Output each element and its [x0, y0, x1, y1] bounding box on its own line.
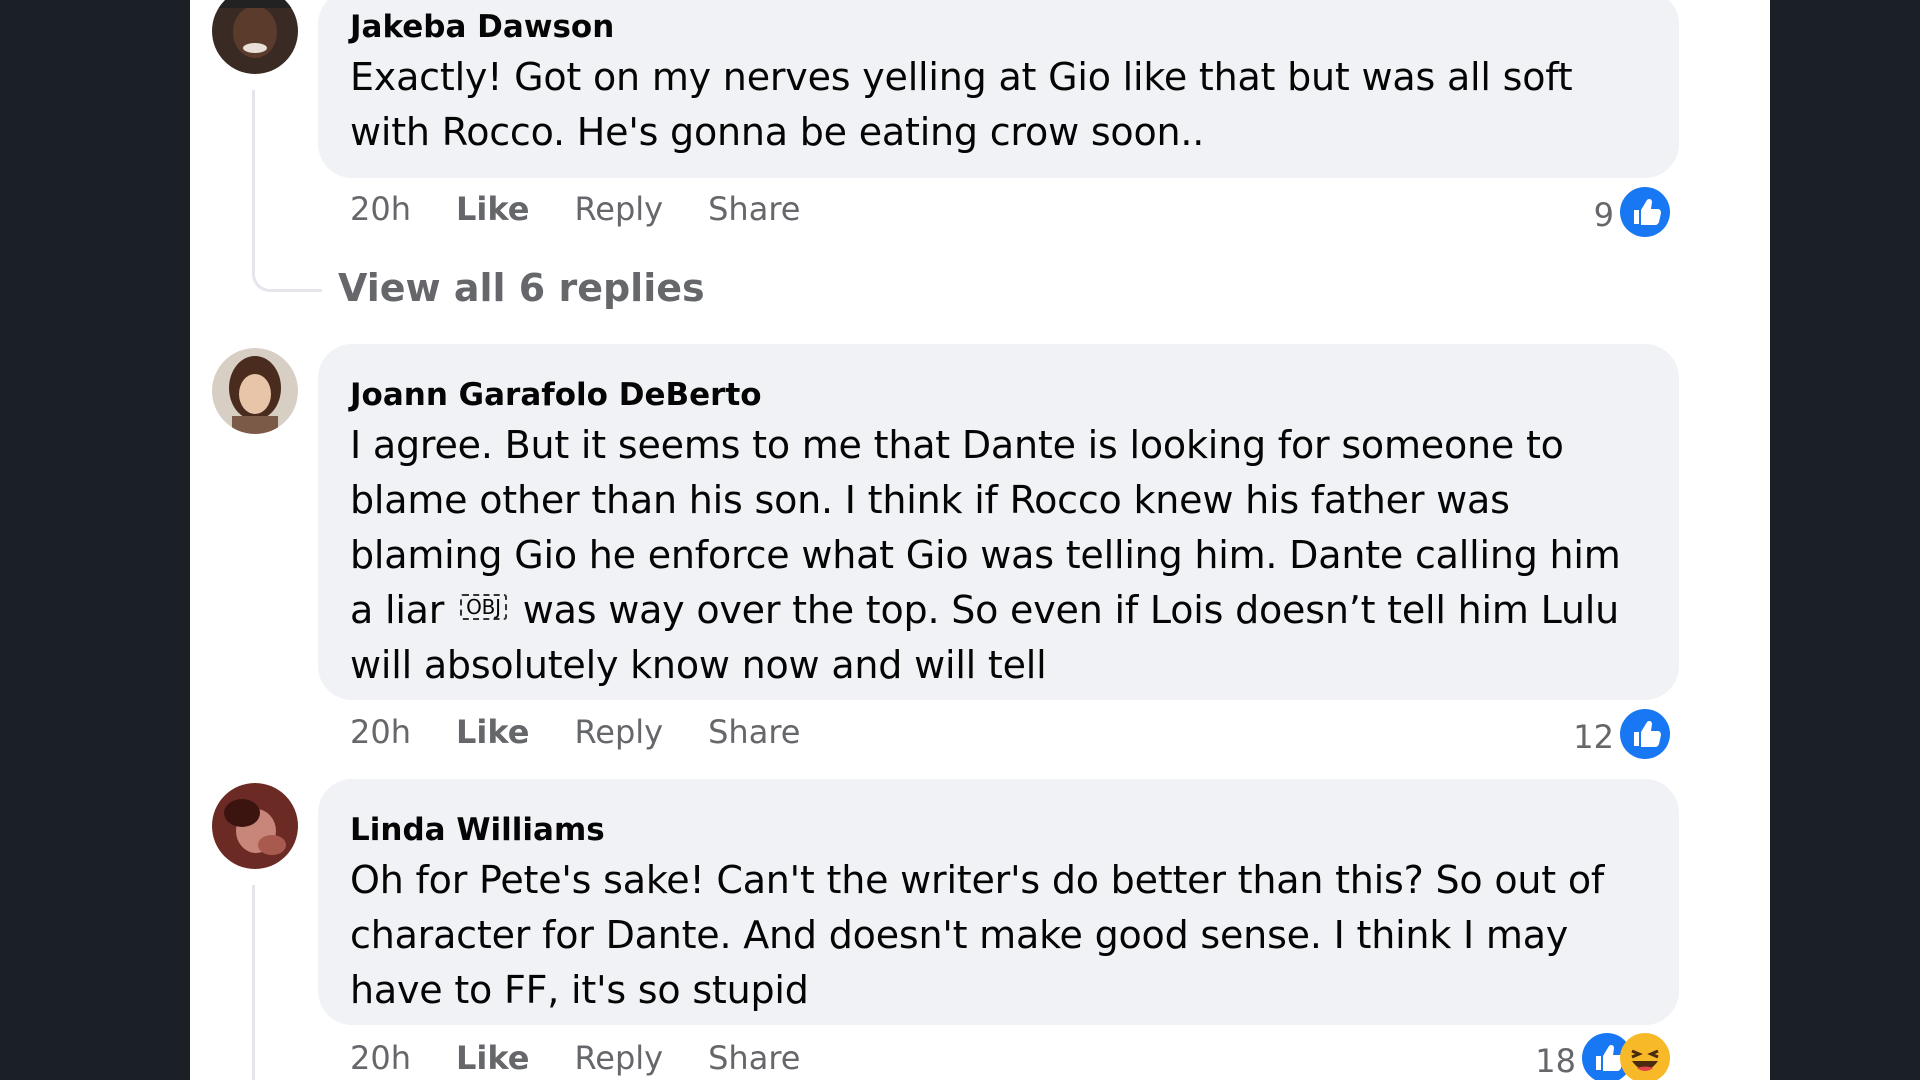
comment-time[interactable]: 20h: [350, 190, 411, 228]
like-icon: [1620, 187, 1670, 237]
reaction-count: 18: [1535, 1042, 1576, 1080]
comment-author[interactable]: Jakeba Dawson: [350, 0, 1647, 46]
like-button[interactable]: Like: [456, 1039, 529, 1077]
comment-author[interactable]: Joann Garafolo DeBerto: [350, 354, 1647, 414]
object-replacement-glyph: OBJ: [460, 593, 507, 620]
reply-button[interactable]: Reply: [574, 1039, 663, 1077]
like-icon: [1620, 709, 1670, 759]
view-all-replies-link[interactable]: View all 6 replies: [338, 266, 705, 310]
comment-text: Oh for Pete's sake! Can't the writer's d…: [350, 858, 1605, 1012]
comment-bubble: Joann Garafolo DeBerto I agree. But it s…: [318, 344, 1679, 700]
comment-bubble: Linda Williams Oh for Pete's sake! Can't…: [318, 779, 1679, 1025]
reaction-count: 9: [1593, 196, 1614, 234]
thread-curve: [252, 260, 322, 292]
reaction-summary[interactable]: 12: [1573, 709, 1670, 759]
thread-line: [252, 90, 255, 270]
comment-time[interactable]: 20h: [350, 1039, 411, 1077]
comment-actions: 20h Like Reply Share: [350, 713, 845, 751]
share-button[interactable]: Share: [708, 190, 800, 228]
comment-text-part: was way over the top. So even if Lois do…: [350, 588, 1619, 687]
reaction-summary[interactable]: 18: [1535, 1033, 1670, 1080]
comment-text: I agree. But it seems to me that Dante i…: [350, 418, 1647, 693]
like-button[interactable]: Like: [456, 190, 529, 228]
share-button[interactable]: Share: [708, 713, 800, 751]
comments-panel: Jakeba Dawson Exactly! Got on my nerves …: [190, 0, 1770, 1080]
avatar[interactable]: [212, 783, 298, 869]
reaction-count: 12: [1573, 718, 1614, 756]
thread-line: [252, 885, 255, 1080]
comment-author[interactable]: Linda Williams: [350, 789, 1647, 849]
comment-bubble: Jakeba Dawson Exactly! Got on my nerves …: [318, 0, 1679, 178]
avatar[interactable]: [212, 0, 298, 74]
avatar[interactable]: [212, 348, 298, 434]
laugh-icon: [1620, 1033, 1670, 1080]
comment-time[interactable]: 20h: [350, 713, 411, 751]
comment-actions: 20h Like Reply Share: [350, 1039, 845, 1077]
like-button[interactable]: Like: [456, 713, 529, 751]
share-button[interactable]: Share: [708, 1039, 800, 1077]
reply-button[interactable]: Reply: [574, 713, 663, 751]
reaction-summary[interactable]: 9: [1594, 187, 1670, 237]
comment-actions: 20h Like Reply Share: [350, 190, 845, 228]
reply-button[interactable]: Reply: [574, 190, 663, 228]
comment-text: Exactly! Got on my nerves yelling at Gio…: [350, 55, 1573, 154]
